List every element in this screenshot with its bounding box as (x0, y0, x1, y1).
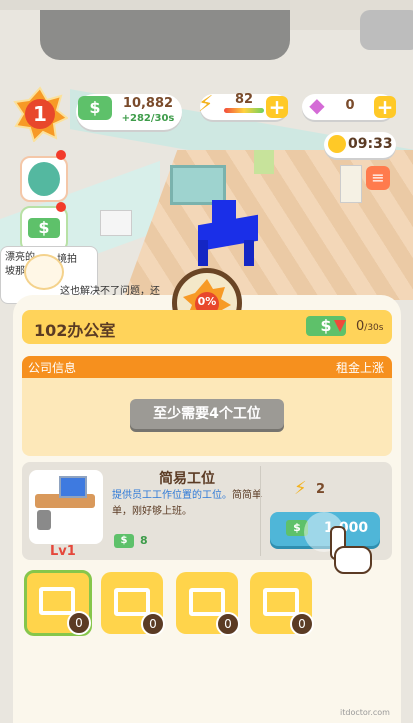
office-header: 102办公室 $ 0/30s (22, 310, 392, 344)
desk-slot-icon (189, 588, 225, 616)
notification-dot (56, 202, 66, 212)
timer-pill: 09:33 (324, 132, 396, 158)
desk-slot[interactable]: 0 (101, 572, 165, 636)
energy-amount: 82 (234, 92, 254, 107)
bear-icon (24, 254, 64, 290)
avatar-icon (28, 162, 60, 196)
rent-value: 0/30s (356, 319, 384, 334)
desk-thumbnail (29, 470, 103, 544)
watermark: itdoctor.com (340, 708, 390, 717)
item-name: 简易工位 (159, 471, 215, 487)
level-number: 1 (33, 102, 47, 126)
gem-plus-button[interactable]: + (374, 96, 396, 118)
money-amount: 10,882 (122, 96, 174, 111)
energy-icon: ⚡ (198, 92, 214, 117)
desk-slot[interactable]: 0 (250, 572, 314, 636)
item-income: 8 (140, 534, 148, 547)
energy-cost: 2 (316, 482, 326, 497)
pointing-hand-icon (304, 512, 372, 574)
energy-cost-icon: ⚡ (294, 478, 307, 499)
money-rate: +282/30s (121, 113, 175, 124)
cash-icon: $ (28, 218, 60, 238)
money-pill[interactable]: $ 10,882 +282/30s (76, 94, 182, 130)
divider (260, 466, 261, 556)
desk-slot[interactable]: 0 (24, 570, 92, 636)
clock-icon (328, 135, 346, 153)
info-title: 公司信息 (28, 361, 77, 375)
income-dollar-icon: $ (114, 534, 134, 548)
company-info-body: 至少需要4个工位 (22, 378, 392, 456)
requirement-button[interactable]: 至少需要4个工位 (130, 399, 284, 429)
company-info-header: 公司信息 租金上涨 (22, 356, 392, 378)
item-description: 提供员工工作位置的工位。简简单单，刚好够上班。 (112, 490, 262, 517)
dollar-icon: $ (78, 96, 112, 120)
monitor-icon (59, 476, 87, 498)
slot-count: 0 (290, 612, 314, 636)
window-frame (170, 165, 226, 205)
office-name: 102办公室 (34, 321, 116, 340)
chair-icon (37, 510, 51, 530)
slot-count: 0 (67, 611, 91, 635)
desk-slot[interactable]: 0 (176, 572, 240, 636)
item-level: Lv1 (50, 544, 76, 559)
level-badge[interactable]: 1 (12, 86, 69, 143)
timer-text: 09:33 (348, 136, 393, 152)
character-button[interactable] (20, 156, 68, 202)
notification-dot (56, 150, 66, 160)
energy-plus-button[interactable]: + (266, 96, 288, 118)
slot-count: 0 (141, 612, 165, 636)
gem-amount: 0 (345, 98, 355, 113)
energy-gauge (224, 108, 264, 113)
slot-count: 0 (216, 612, 240, 636)
desk-slot-icon (263, 588, 299, 616)
menu-icon[interactable]: ≡ (366, 166, 390, 190)
arrow-down-icon (334, 320, 346, 332)
rent-up-label: 租金上涨 (335, 361, 384, 375)
desk-slot-icon (39, 587, 75, 615)
progress-percent: 0% (197, 295, 217, 308)
diamond-icon: ◆ (309, 93, 325, 117)
desk-slot-icon (114, 588, 150, 616)
